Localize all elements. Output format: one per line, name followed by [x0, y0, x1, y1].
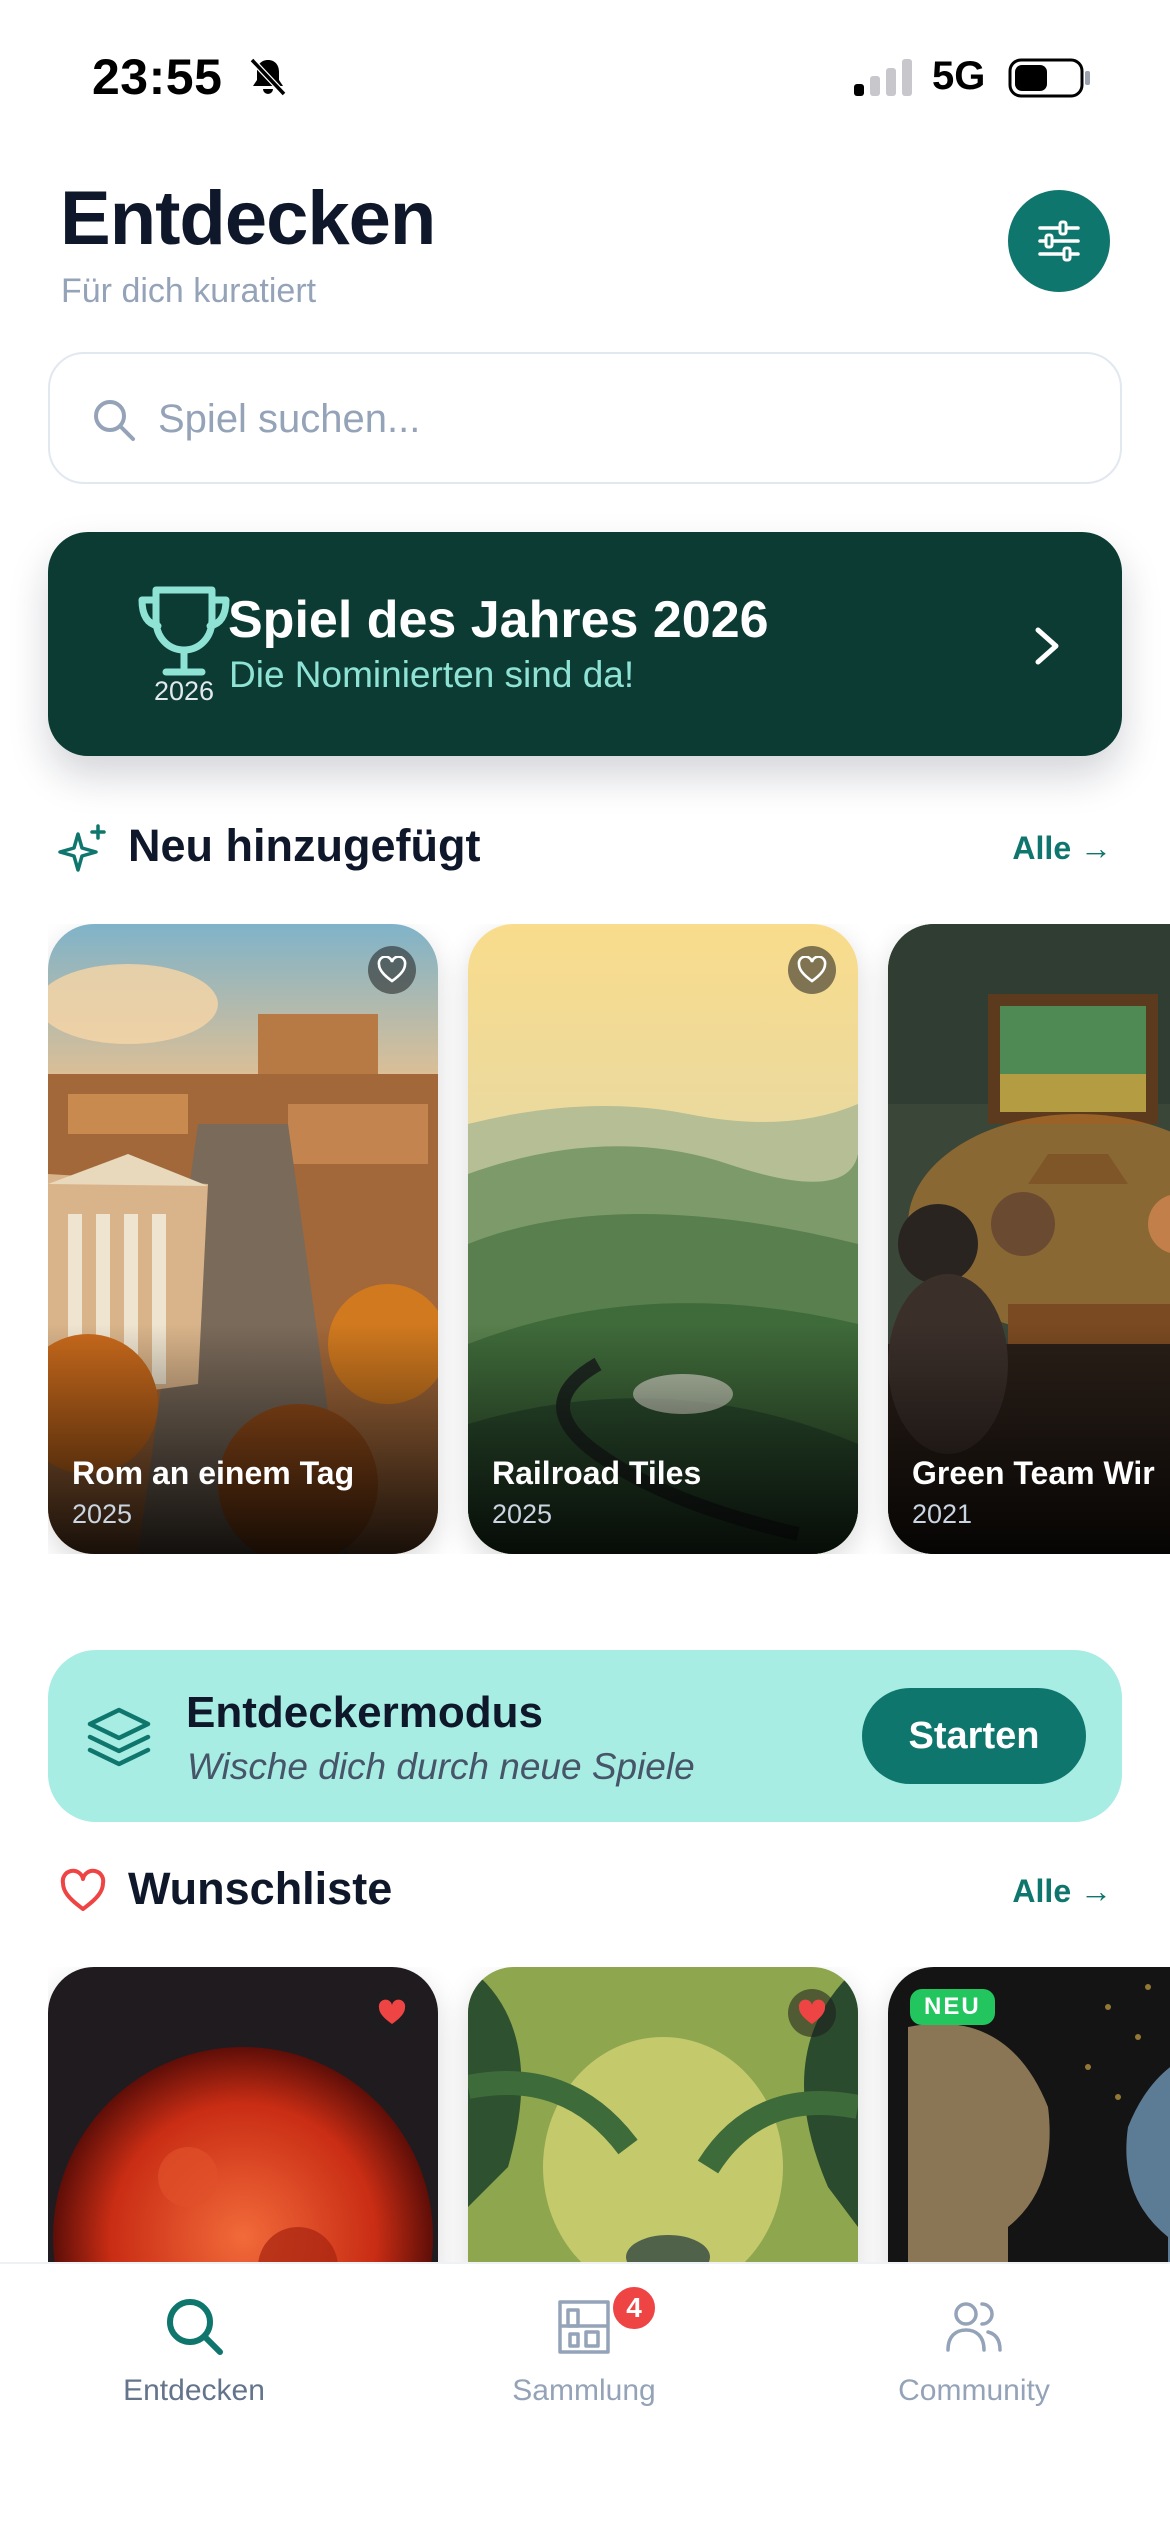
wishlist-card[interactable]: [468, 1967, 858, 2262]
heart-outline-icon: [797, 956, 827, 983]
wishlist-card[interactable]: [48, 1967, 438, 2262]
page-title: Entdecken: [60, 176, 436, 261]
card-year: 2025: [492, 1499, 553, 1529]
card-title: Green Team Wir: [912, 1455, 1155, 1491]
search-icon: [94, 400, 135, 441]
new-games-carousel[interactable]: Rom an einem Tag 2025 Railroad Tiles 202…: [48, 924, 1170, 1554]
section-title-wishlist: Wunschliste: [128, 1863, 393, 1914]
filter-button[interactable]: [1008, 190, 1110, 292]
layers-icon: [87, 1707, 151, 1767]
new-badge: NEU: [910, 1989, 995, 2025]
section-header-new: Neu hinzugefügt Alle →: [48, 812, 1122, 882]
page-subtitle: Für dich kuratiert: [61, 272, 317, 310]
tab-sammlung[interactable]: 4 Sammlung: [434, 2284, 734, 2424]
tab-label: Entdecken: [123, 2374, 265, 2407]
collection-count-badge: 4: [610, 2284, 658, 2332]
card-year: 2021: [912, 1499, 973, 1529]
section-title-new: Neu hinzugefügt: [128, 820, 481, 871]
shelf-icon: [558, 2300, 610, 2354]
discovery-subtitle: Wische dich durch neue Spiele: [187, 1746, 695, 1787]
tab-community[interactable]: Community: [824, 2294, 1124, 2424]
favorite-button[interactable]: [788, 1989, 836, 2037]
section-header-wishlist: Wunschliste Alle →: [48, 1855, 1122, 1925]
banner-title: Spiel des Jahres 2026: [228, 591, 769, 649]
tab-label: Community: [898, 2374, 1050, 2407]
card-title: Railroad Tiles: [492, 1455, 702, 1491]
heart-outline-icon: [377, 956, 407, 983]
favorite-button[interactable]: [788, 946, 836, 994]
wishlist-carousel[interactable]: NEU: [48, 1967, 1170, 2262]
card-title: Rom an einem Tag: [72, 1455, 355, 1491]
heart-filled-icon: [798, 1999, 826, 2024]
tab-entdecken[interactable]: Entdecken: [44, 2294, 344, 2424]
card-year: 2025: [72, 1499, 133, 1529]
banner-subtitle: Die Nominierten sind da!: [229, 654, 635, 695]
search-box[interactable]: [48, 352, 1122, 484]
sparkles-icon: [58, 824, 106, 872]
wishlist-card[interactable]: NEU: [888, 1967, 1170, 2262]
signal-icon: [854, 59, 912, 96]
tab-label: Sammlung: [512, 2374, 656, 2407]
game-card[interactable]: Railroad Tiles 2025: [468, 924, 858, 1554]
search-input[interactable]: [158, 384, 1058, 454]
discovery-title: Entdeckermodus: [186, 1688, 543, 1737]
sliders-icon: [1038, 220, 1080, 262]
battery-icon: [1008, 58, 1090, 98]
spiel-des-jahres-banner[interactable]: 2026 Spiel des Jahres 2026 Die Nominiert…: [48, 532, 1122, 756]
users-icon: [946, 2302, 1002, 2352]
start-button[interactable]: Starten: [862, 1688, 1086, 1784]
network-label: 5G: [932, 54, 986, 98]
heart-icon: [60, 1868, 106, 1911]
favorite-button[interactable]: [368, 946, 416, 994]
favorite-button[interactable]: [368, 1989, 416, 2037]
search-icon: [167, 2299, 223, 2355]
status-time: 23:55: [92, 49, 223, 105]
discovery-mode-card[interactable]: Entdeckermodus Wische dich durch neue Sp…: [48, 1650, 1122, 1822]
game-card[interactable]: Rom an einem Tag 2025: [48, 924, 438, 1554]
see-all-new-link[interactable]: Alle →: [1012, 830, 1112, 867]
heart-filled-icon: [378, 1999, 406, 2024]
tab-bar: Entdecken 4 Sammlung Community: [0, 2262, 1170, 2532]
status-bar: 23:55 5G: [0, 0, 1170, 150]
chevron-right-icon: [1035, 627, 1059, 665]
see-all-wishlist-link[interactable]: Alle →: [1012, 1873, 1112, 1910]
game-card[interactable]: Green Team Wir 2021: [888, 924, 1170, 1554]
bell-muted-icon: [249, 57, 287, 97]
